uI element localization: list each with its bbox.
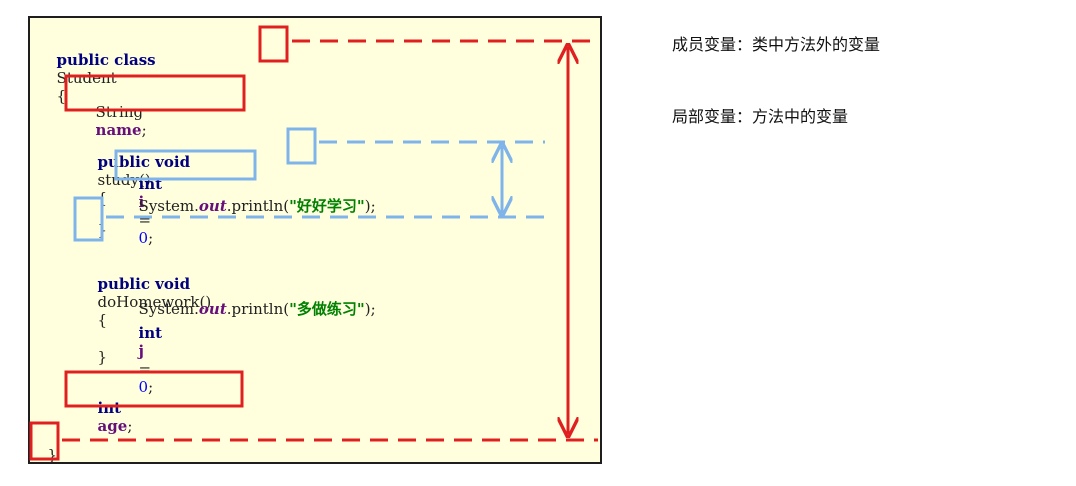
local-j-type: int xyxy=(138,324,163,342)
local-j-equals: = xyxy=(138,360,152,378)
homework-close-brace: } xyxy=(97,348,108,366)
study-print-call: .println( xyxy=(226,197,290,215)
homework-print-string: "多做练习" xyxy=(289,300,365,318)
homework-print-end: ); xyxy=(364,300,376,318)
study-print-end: ); xyxy=(364,197,376,215)
study-close-line: } xyxy=(88,203,108,239)
homework-print-line: System.out.println("多做练习"); xyxy=(129,282,376,318)
homework-print-call: .println( xyxy=(226,300,290,318)
study-print-line: System.out.println("好好学习"); xyxy=(129,179,376,215)
field-name-line: String name; xyxy=(86,85,147,139)
member-variable-note: 成员变量：类中方法外的变量 xyxy=(672,35,881,54)
field-age-type: int xyxy=(97,399,122,417)
class-close-line: } xyxy=(38,428,58,464)
local-j-semicolon: ; xyxy=(148,378,154,396)
class-close-brace: } xyxy=(47,446,58,464)
study-print-field: out xyxy=(198,197,227,215)
local-j-value: 0 xyxy=(138,378,149,396)
local-variable-note: 局部变量：方法中的变量 xyxy=(672,107,849,126)
local-i-value: 0 xyxy=(138,229,149,247)
field-age-line: int age; xyxy=(88,381,133,435)
study-print-class: System. xyxy=(138,197,199,215)
class-keyword: public class xyxy=(56,51,156,69)
local-j-name: j xyxy=(138,342,144,360)
study-print-string: "好好学习" xyxy=(289,197,365,215)
homework-print-field: out xyxy=(198,300,227,318)
homework-open-brace: { xyxy=(97,311,108,329)
study-close-brace: } xyxy=(97,221,108,239)
homework-local-line: int j = 0; xyxy=(129,306,163,396)
homework-close-line: } xyxy=(88,330,108,366)
local-i-semicolon: ; xyxy=(148,229,154,247)
class-open-brace: { xyxy=(56,87,67,105)
field-name-type: String xyxy=(95,103,144,121)
field-age-identifier: age xyxy=(97,417,128,435)
field-age-semicolon: ; xyxy=(127,417,133,435)
